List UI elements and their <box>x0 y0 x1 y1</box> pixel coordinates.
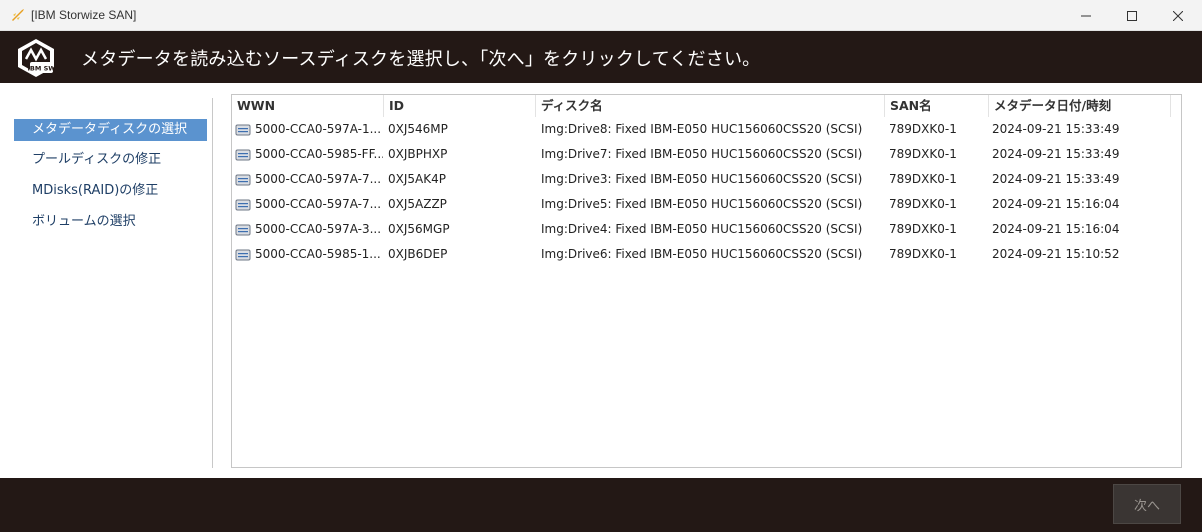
footer-bar: 次へ <box>0 478 1202 532</box>
sidebar-divider <box>212 98 213 468</box>
cell-datetime: 2024-09-21 15:16:04 <box>992 197 1120 211</box>
column-header-wwn[interactable]: WWN <box>232 95 384 117</box>
cell-san-name: 789DXK0-1 <box>889 222 957 236</box>
cell-san-name: 789DXK0-1 <box>889 247 957 261</box>
cell-san-name: 789DXK0-1 <box>889 122 957 136</box>
cell-disk-name: Img:Drive3: Fixed IBM-E050 HUC156060CSS2… <box>541 172 863 186</box>
table-row[interactable]: 5000-CCA0-597A-7... 0XJ5AZZP Img:Drive5:… <box>232 192 1181 217</box>
step-fix-mdisks-raid[interactable]: MDisks(RAID)の修正 <box>14 180 207 202</box>
wwn-text: 5000-CCA0-597A-3... <box>255 222 382 236</box>
wwn-text: 5000-CCA0-597A-1... <box>255 122 382 136</box>
wwn-text: 5000-CCA0-5985-FF... <box>255 147 383 161</box>
disk-drive-icon <box>235 149 251 161</box>
cell-datetime: 2024-09-21 15:33:49 <box>992 122 1120 136</box>
cell-id: 0XJ546MP <box>388 122 448 136</box>
cell-disk-name: Img:Drive8: Fixed IBM-E050 HUC156060CSS2… <box>541 122 863 136</box>
cell-wwn: 5000-CCA0-597A-7... <box>235 167 383 192</box>
window-title: [IBM Storwize SAN] <box>31 8 137 22</box>
cell-san-name: 789DXK0-1 <box>889 172 957 186</box>
disk-table: WWN ID ディスク名 SAN名 メタデータ日付/時刻 5000-CCA0-5… <box>231 94 1182 468</box>
cell-datetime: 2024-09-21 15:16:04 <box>992 222 1120 236</box>
disk-drive-icon <box>235 199 251 211</box>
step-fix-pool-disks[interactable]: プールディスクの修正 <box>14 149 207 171</box>
table-header: WWN ID ディスク名 SAN名 メタデータ日付/時刻 <box>232 95 1181 117</box>
app-icon <box>12 9 24 21</box>
cell-disk-name: Img:Drive6: Fixed IBM-E050 HUC156060CSS2… <box>541 247 863 261</box>
cell-wwn: 5000-CCA0-597A-1... <box>235 117 383 142</box>
cell-wwn: 5000-CCA0-5985-FF... <box>235 142 383 167</box>
column-header-metadata-datetime[interactable]: メタデータ日付/時刻 <box>989 95 1171 117</box>
header-banner: IBM SW メタデータを読み込むソースディスクを選択し、「次へ」をクリックして… <box>0 31 1202 83</box>
cell-id: 0XJBPHXP <box>388 147 448 161</box>
disk-drive-icon <box>235 249 251 261</box>
cell-disk-name: Img:Drive7: Fixed IBM-E050 HUC156060CSS2… <box>541 147 863 161</box>
close-icon <box>1173 10 1183 21</box>
cell-disk-name: Img:Drive4: Fixed IBM-E050 HUC156060CSS2… <box>541 222 863 236</box>
wwn-text: 5000-CCA0-597A-7... <box>255 172 382 186</box>
disk-drive-icon <box>235 174 251 186</box>
cell-san-name: 789DXK0-1 <box>889 197 957 211</box>
maximize-icon <box>1127 10 1137 21</box>
minimize-icon <box>1081 15 1091 16</box>
cell-wwn: 5000-CCA0-597A-3... <box>235 217 383 242</box>
disk-drive-icon <box>235 124 251 136</box>
cell-id: 0XJ56MGP <box>388 222 450 236</box>
column-header-id[interactable]: ID <box>384 95 536 117</box>
wizard-steps-sidebar: メタデータディスクの選択 プールディスクの修正 MDisks(RAID)の修正 … <box>0 83 222 478</box>
cell-id: 0XJ5AK4P <box>388 172 446 186</box>
step-select-volumes[interactable]: ボリュームの選択 <box>14 211 207 233</box>
column-header-san-name[interactable]: SAN名 <box>885 95 989 117</box>
ibm-sw-logo: IBM SW <box>18 39 56 77</box>
cell-wwn: 5000-CCA0-597A-7... <box>235 192 383 217</box>
minimize-button[interactable] <box>1063 0 1109 31</box>
cell-id: 0XJB6DEP <box>388 247 448 261</box>
cell-datetime: 2024-09-21 15:33:49 <box>992 172 1120 186</box>
logo-text: IBM SW <box>28 65 56 73</box>
table-row[interactable]: 5000-CCA0-597A-1... 0XJ546MP Img:Drive8:… <box>232 117 1181 142</box>
instruction-text: メタデータを読み込むソースディスクを選択し、「次へ」をクリックしてください。 <box>81 49 761 70</box>
table-row[interactable]: 5000-CCA0-597A-3... 0XJ56MGP Img:Drive4:… <box>232 217 1181 242</box>
cell-wwn: 5000-CCA0-5985-1... <box>235 242 383 267</box>
cell-datetime: 2024-09-21 15:10:52 <box>992 247 1120 261</box>
maximize-button[interactable] <box>1109 0 1155 31</box>
window-titlebar: [IBM Storwize SAN] <box>0 0 1202 31</box>
column-header-disk-name[interactable]: ディスク名 <box>536 95 885 117</box>
cell-san-name: 789DXK0-1 <box>889 147 957 161</box>
cell-id: 0XJ5AZZP <box>388 197 447 211</box>
close-button[interactable] <box>1155 0 1201 31</box>
table-row[interactable]: 5000-CCA0-5985-FF... 0XJBPHXP Img:Drive7… <box>232 142 1181 167</box>
disk-drive-icon <box>235 224 251 236</box>
wwn-text: 5000-CCA0-597A-7... <box>255 197 382 211</box>
table-row[interactable]: 5000-CCA0-5985-1... 0XJB6DEP Img:Drive6:… <box>232 242 1181 267</box>
table-row[interactable]: 5000-CCA0-597A-7... 0XJ5AK4P Img:Drive3:… <box>232 167 1181 192</box>
cell-disk-name: Img:Drive5: Fixed IBM-E050 HUC156060CSS2… <box>541 197 863 211</box>
wwn-text: 5000-CCA0-5985-1... <box>255 247 381 261</box>
step-select-metadata-disk[interactable]: メタデータディスクの選択 <box>14 119 207 141</box>
next-button[interactable]: 次へ <box>1113 484 1181 524</box>
cell-datetime: 2024-09-21 15:33:49 <box>992 147 1120 161</box>
